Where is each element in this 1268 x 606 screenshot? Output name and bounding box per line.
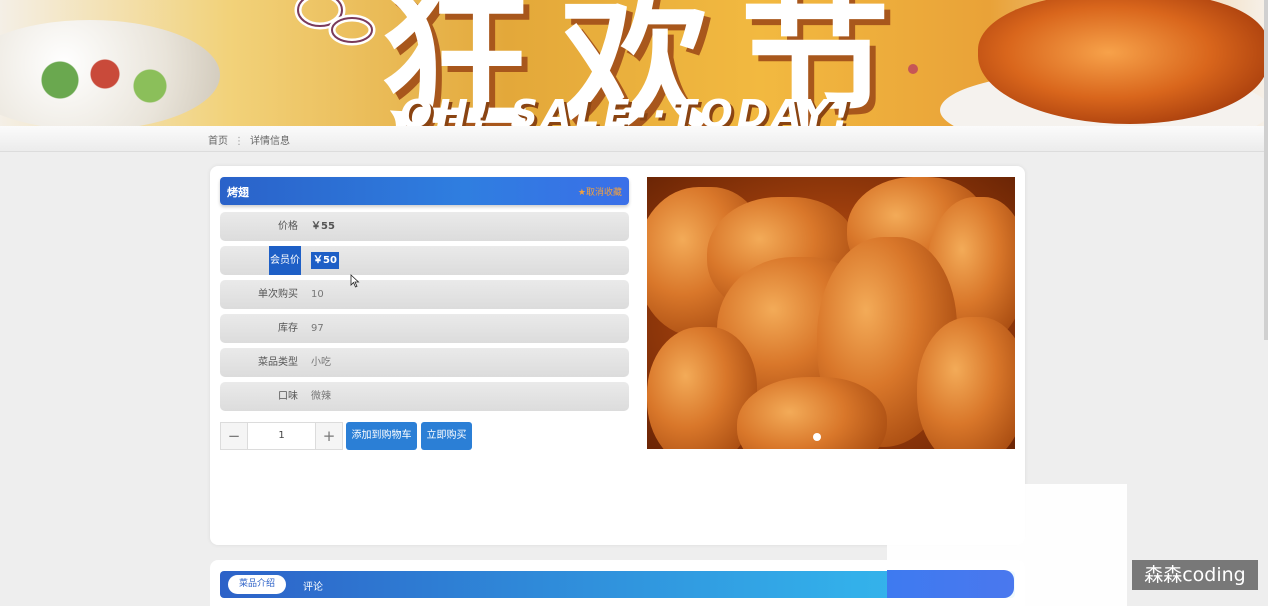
promo-banner: 狂欢节 OH! SALE··TODAY! — [0, 0, 1268, 126]
product-title-bar: 烤翅 ★取消收藏 — [220, 177, 629, 205]
unfavorite-button[interactable]: ★取消收藏 — [578, 185, 622, 198]
field-label: 菜品类型 — [258, 357, 298, 368]
decrease-quantity-button[interactable]: − — [220, 422, 248, 450]
breadcrumb-bar: 首页 ⋮ 详情信息 — [0, 126, 1268, 152]
field-label: 单次购买 — [258, 289, 298, 300]
watermark: 森森coding — [1132, 560, 1258, 590]
field-row-stock: 库存 97 — [220, 314, 629, 343]
breadcrumb-separator: ⋮ — [234, 136, 244, 147]
mouse-cursor-icon — [350, 274, 360, 288]
product-image[interactable] — [647, 177, 1015, 449]
field-value: 小吃 — [311, 357, 331, 368]
increase-quantity-button[interactable]: + — [315, 422, 343, 450]
quantity-stepper: − 1 + — [220, 422, 343, 450]
field-label: 口味 — [278, 391, 298, 402]
field-value: 10 — [311, 289, 324, 300]
field-value: ￥55 — [311, 221, 335, 232]
field-value: ￥50 — [311, 252, 339, 269]
buy-now-button[interactable]: 立即购买 — [421, 422, 472, 450]
onion-rings-image — [294, 0, 376, 46]
field-row-flavor: 口味 微辣 — [220, 382, 629, 411]
field-label: 价格 — [278, 221, 298, 232]
field-row-single-purchase: 单次购买 10 — [220, 280, 629, 309]
product-name: 烤翅 — [227, 186, 249, 199]
field-row-member-price: 会员价 ￥50 — [220, 246, 629, 275]
scrollbar[interactable] — [1264, 0, 1268, 340]
field-label: 会员价 — [269, 246, 301, 275]
banner-subtitle: OH! SALE··TODAY! — [400, 92, 855, 126]
quantity-input[interactable]: 1 — [248, 422, 315, 450]
add-to-cart-button[interactable]: 添加到购物车 — [346, 422, 417, 450]
carousel-indicator[interactable] — [813, 433, 821, 441]
field-value: 微辣 — [311, 391, 331, 402]
breadcrumb-home[interactable]: 首页 — [208, 136, 228, 147]
salad-image — [30, 50, 180, 110]
tab-intro[interactable]: 菜品介绍 — [228, 575, 286, 594]
tab-comments[interactable]: 评论 — [303, 578, 323, 593]
field-row-category: 菜品类型 小吃 — [220, 348, 629, 377]
breadcrumb-current: 详情信息 — [250, 136, 290, 147]
field-row-price: 价格 ￥55 — [220, 212, 629, 241]
blurred-overlay-blue — [887, 570, 1014, 598]
field-value: 97 — [311, 323, 324, 334]
field-label: 库存 — [278, 323, 298, 334]
wing-shape — [917, 317, 1015, 449]
decor-dot — [908, 64, 918, 74]
breadcrumb: 首页 ⋮ 详情信息 — [208, 132, 290, 147]
